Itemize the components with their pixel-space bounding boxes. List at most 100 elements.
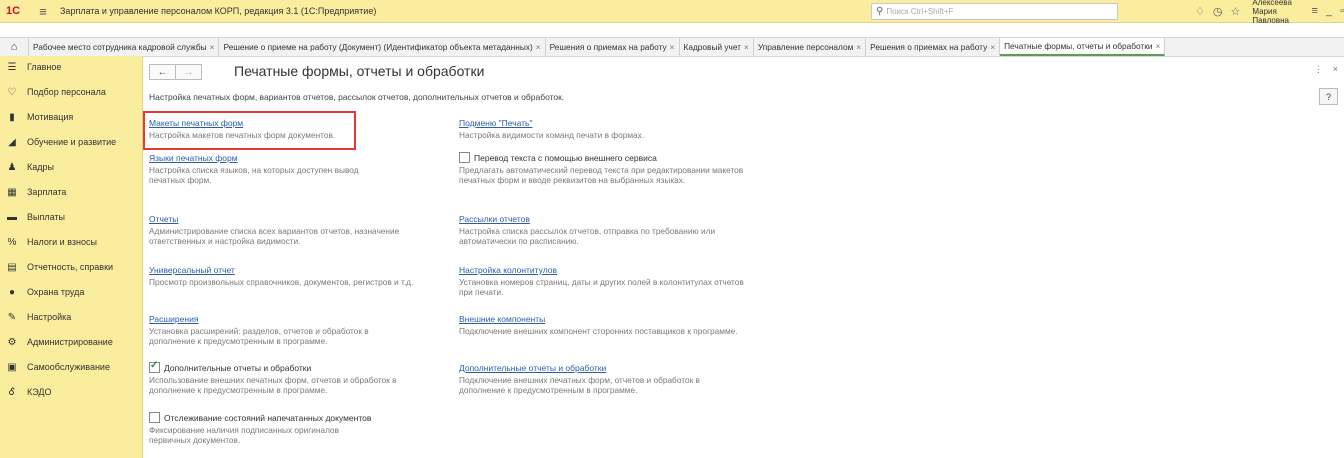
home-icon[interactable]: ⌂ xyxy=(0,38,29,56)
settings-menu-icon[interactable]: ≡ xyxy=(1312,5,1318,17)
app-title: Зарплата и управление персоналом КОРП, р… xyxy=(60,6,377,16)
kedo-icon: Ꮄ xyxy=(8,386,16,398)
sidebar-item-kadry[interactable]: ♟ Кадры xyxy=(0,156,142,178)
universal-link[interactable]: Универсальный отчет xyxy=(149,265,449,275)
bell-icon[interactable]: ♢ xyxy=(1195,5,1205,18)
calculator-icon: ▦ xyxy=(7,186,17,198)
sidebar-item-nastroika[interactable]: ✎ Настройка xyxy=(0,306,142,328)
sidebar-item-glavnoe[interactable]: ☰ Главное xyxy=(0,56,142,78)
report-icon: ▤ xyxy=(7,261,17,273)
forward-arrow-icon[interactable]: → xyxy=(176,64,202,80)
wrench-icon: ✎ xyxy=(7,311,17,323)
restore-icon[interactable]: ▫ xyxy=(1340,5,1344,17)
tab-upravlenie-personalom[interactable]: Управление персоналом × xyxy=(754,38,867,56)
highlight-box xyxy=(143,111,356,150)
otslezhivanie-desc: Фиксирование наличия подписанных оригина… xyxy=(149,425,340,445)
section-otchety: Отчеты Администрирование списка всех вар… xyxy=(149,214,409,246)
vneshnie-desc: Подключение внешних компонент сторонних … xyxy=(459,326,738,336)
minimize-icon[interactable]: _ xyxy=(1326,5,1332,17)
kolontituly-link[interactable]: Настройка колонтитулов xyxy=(459,265,749,275)
rasshireniya-desc: Установка расширений: разделов, отчетов … xyxy=(149,326,369,346)
section-dop-otchety: Дополнительные отчеты и обработки Исполь… xyxy=(149,360,399,395)
sidebar-item-podbor[interactable]: ♡ Подбор персонала xyxy=(0,81,142,103)
help-button[interactable]: ? xyxy=(1319,88,1338,105)
close-icon[interactable]: × xyxy=(744,42,749,52)
close-icon[interactable]: × xyxy=(856,42,861,52)
gear-icon: ⚙ xyxy=(7,336,17,348)
self-service-icon: ▣ xyxy=(7,361,17,373)
yazyki-link[interactable]: Языки печатных форм xyxy=(149,153,374,163)
tab-pechatnye-formy[interactable]: Печатные формы, отчеты и обработки × xyxy=(1000,38,1166,56)
dop-otchety-link-desc: Подключение внешних печатных форм, отчет… xyxy=(459,375,700,395)
back-arrow-icon[interactable]: ← xyxy=(149,64,176,80)
sidebar-item-ohrana-truda[interactable]: ● Охрана труда xyxy=(0,281,142,303)
close-icon[interactable]: × xyxy=(990,42,995,52)
sidebar-item-kedo[interactable]: Ꮄ КЭДО xyxy=(0,381,142,403)
open-tabs-bar: ⌂ Рабочее место сотрудника кадровой служ… xyxy=(0,37,1344,57)
otslezhivanie-checkbox[interactable]: Отслеживание состояний напечатанных доку… xyxy=(149,412,379,423)
tab-rabochee-mesto[interactable]: Рабочее место сотрудника кадровой службы… xyxy=(29,38,220,56)
otchety-desc: Администрирование списка всех вариантов … xyxy=(149,226,400,246)
perevod-checkbox[interactable]: Перевод текста с помощью внешнего сервис… xyxy=(459,152,749,163)
tab-reshenie-dokument[interactable]: Решение о приеме на работу (Документ) (И… xyxy=(219,38,546,56)
section-rassylki: Рассылки отчетов Настройка списка рассыл… xyxy=(459,214,749,246)
title-bar: 1С ≡ Зарплата и управление персоналом КО… xyxy=(0,0,1344,25)
dop-otchety-checkbox[interactable]: Дополнительные отчеты и обработки xyxy=(149,360,399,373)
rassylki-desc: Настройка списка рассылок отчетов, отпра… xyxy=(459,226,716,246)
sidebar-item-vyplaty[interactable]: ▬ Выплаты xyxy=(0,206,142,228)
sidebar-item-administrirovanie[interactable]: ⚙ Администрирование xyxy=(0,331,142,353)
page-description: Настройка печатных форм, вариантов отчет… xyxy=(149,92,565,102)
sidebar-item-obuchenie[interactable]: ◢ Обучение и развитие xyxy=(0,131,142,153)
heart-icon: ♡ xyxy=(7,86,17,98)
user-name[interactable]: Алексеева Мария Павловна xyxy=(1252,0,1303,25)
close-icon[interactable]: × xyxy=(210,42,215,52)
sidebar-item-otchetnost[interactable]: ▤ Отчетность, справки xyxy=(0,256,142,278)
vneshnie-link[interactable]: Внешние компоненты xyxy=(459,314,739,324)
star-icon[interactable]: ☆ xyxy=(1230,5,1240,18)
sidebar-item-samoobsluzhivanie[interactable]: ▣ Самообслуживание xyxy=(0,356,142,378)
tab-kadrovyi-uchet[interactable]: Кадровый учет × xyxy=(680,38,754,56)
section-kolontituly: Настройка колонтитулов Установка номеров… xyxy=(459,265,749,297)
kolontituly-desc: Установка номеров страниц, даты и других… xyxy=(459,277,744,297)
more-icon[interactable]: ⋮ xyxy=(1314,64,1323,75)
section-universal: Универсальный отчет Просмотр произвольны… xyxy=(149,265,449,287)
section-yazyki: Языки печатных форм Настройка списка язы… xyxy=(149,153,374,185)
checkbox-checked-icon[interactable] xyxy=(149,360,160,373)
rassylki-link[interactable]: Рассылки отчетов xyxy=(459,214,749,224)
tab-resheniya-2[interactable]: Решения о приемах на работу × xyxy=(866,38,1001,56)
sidebar-item-nalogi[interactable]: % Налоги и взносы xyxy=(0,231,142,253)
otchety-link[interactable]: Отчеты xyxy=(149,214,409,224)
global-search-input[interactable]: ⚲ Поиск Ctrl+Shift+F xyxy=(871,3,1118,20)
dop-otchety-link[interactable]: Дополнительные отчеты и обработки xyxy=(459,363,709,373)
percent-icon: % xyxy=(7,236,17,248)
nav-buttons: ← → xyxy=(149,64,202,80)
graduation-icon: ◢ xyxy=(8,136,16,148)
app-logo: 1С xyxy=(6,5,21,17)
sidebar-item-motivaciya[interactable]: ▮ Мотивация xyxy=(0,106,142,128)
checkbox-unchecked-icon[interactable] xyxy=(149,412,160,423)
section-podmenu: Подменю "Печать" Настройка видимости ком… xyxy=(459,118,759,140)
people-icon: ♟ xyxy=(7,161,17,173)
podmenu-link[interactable]: Подменю "Печать" xyxy=(459,118,759,128)
bars-icon: ▮ xyxy=(9,111,15,123)
tab-resheniya-1[interactable]: Решения о приемах на работу × xyxy=(546,38,680,56)
dop-otchety-desc: Использование внешних печатных форм, отч… xyxy=(149,375,397,395)
wallet-icon: ▬ xyxy=(7,211,17,223)
close-icon[interactable]: × xyxy=(670,42,675,52)
section-rasshireniya: Расширения Установка расширений: раздело… xyxy=(149,314,394,346)
rasshireniya-link[interactable]: Расширения xyxy=(149,314,394,324)
universal-desc: Просмотр произвольных справочников, доку… xyxy=(149,277,414,287)
close-icon[interactable]: × xyxy=(1333,64,1338,75)
main-menu-icon[interactable]: ≡ xyxy=(32,4,54,19)
sidebar-item-zarplata[interactable]: ▦ Зарплата xyxy=(0,181,142,203)
close-icon[interactable]: × xyxy=(536,42,541,52)
close-icon[interactable]: × xyxy=(1156,41,1161,51)
perevod-desc: Предлагать автоматический перевод текста… xyxy=(459,165,744,185)
section-otslezhivanie: Отслеживание состояний напечатанных доку… xyxy=(149,412,379,445)
helmet-icon: ● xyxy=(8,286,16,298)
yazyki-desc: Настройка списка языков, на которых дост… xyxy=(149,165,359,185)
section-perevod: Перевод текста с помощью внешнего сервис… xyxy=(459,152,749,185)
search-icon: ⚲ xyxy=(876,6,884,17)
history-icon[interactable]: ◷ xyxy=(1213,5,1223,18)
checkbox-unchecked-icon[interactable] xyxy=(459,152,470,163)
